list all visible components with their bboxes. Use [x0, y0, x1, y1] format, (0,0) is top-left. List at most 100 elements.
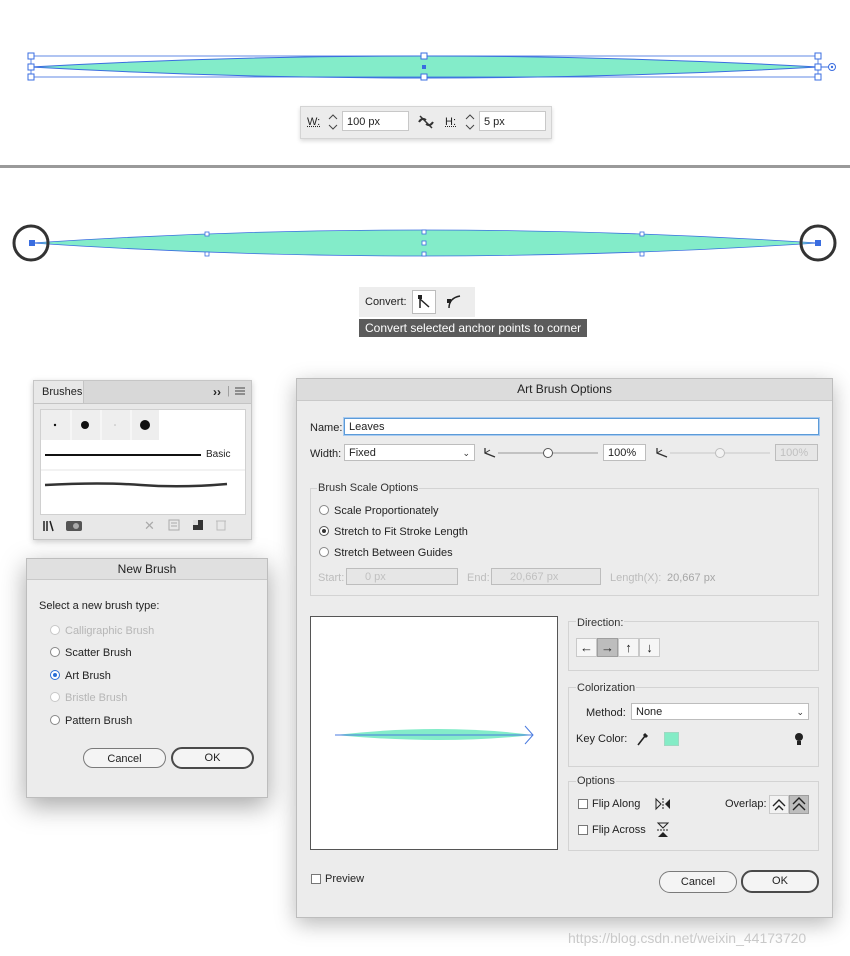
radio-label: Calligraphic Brush	[65, 625, 155, 637]
preview-checkbox[interactable]	[311, 874, 321, 884]
art-brush-title: Art Brush Options	[297, 379, 832, 401]
width-percent-input[interactable]: 100%	[603, 444, 646, 461]
chevron-down-icon: ⌄	[796, 707, 804, 717]
width-select-value: Fixed	[349, 447, 376, 459]
new-brush-ok-button[interactable]: OK	[171, 747, 254, 769]
brush-dot-large	[140, 420, 150, 430]
overlap-label: Overlap:	[725, 798, 767, 810]
new-brush-dialog: New Brush Select a new brush type: Calli…	[26, 558, 268, 798]
overlap-adjust-icon[interactable]	[769, 795, 789, 814]
art-brush-ok-button[interactable]: OK	[741, 870, 819, 893]
eyedropper-icon[interactable]	[635, 731, 649, 747]
key-color-label: Key Color:	[576, 733, 628, 745]
tips-lightbulb-icon[interactable]	[794, 731, 804, 747]
art-brush-options-dialog: Art Brush Options Name: Leaves Width: Fi…	[296, 378, 833, 918]
end-input: 20,667 px	[491, 568, 601, 585]
brushes-panel-tabbar: Brushes ›› |	[34, 381, 251, 404]
new-brush-title: New Brush	[27, 559, 267, 580]
brush-dot-medium	[81, 421, 89, 429]
options-group	[568, 781, 819, 851]
convert-to-corner-icon[interactable]	[412, 290, 436, 314]
radio-label: Art Brush	[65, 670, 111, 682]
width-min-icon	[483, 445, 497, 459]
direction-down-icon[interactable]: ↓	[639, 638, 660, 657]
width-stepper[interactable]	[325, 111, 341, 133]
preview-label: Preview	[325, 873, 365, 885]
key-color-swatch[interactable]	[664, 732, 679, 746]
convert-tooltip: Convert selected anchor points to corner	[359, 319, 587, 337]
basic-brush-label: Basic	[206, 449, 231, 460]
start-label: Start:	[318, 572, 345, 584]
radio-button[interactable]	[50, 647, 60, 657]
flip-along-icon	[655, 797, 671, 811]
selected-leaf-shape[interactable]	[0, 40, 850, 95]
direction-up-icon[interactable]: ↑	[618, 638, 639, 657]
radio-button[interactable]	[319, 505, 329, 515]
brush-list: Basic	[40, 409, 246, 515]
radio-label: Scale Proportionately	[334, 505, 439, 517]
width-slider-disabled	[670, 446, 770, 460]
brushes-panel-footer: ✕	[34, 515, 251, 539]
width-input[interactable]: 100 px	[342, 111, 409, 131]
section-divider	[0, 165, 850, 168]
brush-dot-faint	[114, 424, 116, 426]
tab-brushes[interactable]: Brushes	[34, 381, 84, 403]
direction-left-icon[interactable]: ←	[576, 638, 597, 657]
brush-preview-canvas	[310, 616, 558, 850]
width-max-icon	[655, 445, 669, 459]
radio-label: Stretch Between Guides	[334, 547, 453, 559]
radio-button[interactable]	[319, 547, 329, 557]
library-panel-icon[interactable]	[65, 519, 83, 533]
height-stepper[interactable]	[462, 111, 478, 133]
direction-right-icon[interactable]: →	[597, 638, 618, 657]
delete-brush-icon[interactable]	[215, 518, 227, 531]
width-slider[interactable]	[498, 446, 598, 460]
flip-across-icon	[656, 822, 670, 838]
flip-along-checkbox[interactable]	[578, 799, 588, 809]
radio-label: Bristle Brush	[65, 692, 128, 704]
name-input[interactable]: Leaves	[344, 418, 819, 435]
radio-button-selected[interactable]	[50, 670, 60, 680]
radio-button	[50, 625, 60, 635]
brush-dot-small	[53, 423, 57, 427]
brush-libraries-icon[interactable]	[42, 519, 58, 533]
link-broken-icon[interactable]	[417, 114, 435, 130]
width-percent-input-disabled: 100%	[775, 444, 818, 461]
leaf-shape-anchor-points[interactable]	[0, 220, 850, 270]
chevron-down-icon: ⌄	[462, 448, 470, 458]
length-value: 20,667 px	[667, 572, 716, 584]
watermark-text: https://blog.csdn.net/weixin_44173720	[568, 930, 807, 946]
radio-dot	[322, 529, 326, 533]
method-select[interactable]: None ⌄	[631, 703, 809, 720]
height-input[interactable]: 5 px	[479, 111, 546, 131]
radio-label: Pattern Brush	[65, 715, 133, 727]
convert-label: Convert:	[365, 296, 407, 308]
convert-to-smooth-icon[interactable]	[443, 290, 467, 314]
art-brush-cancel-button[interactable]: Cancel	[659, 871, 737, 893]
radio-button[interactable]	[50, 715, 60, 725]
length-label: Length(X):	[610, 572, 662, 584]
radio-label: Stretch to Fit Stroke Length	[334, 526, 468, 538]
panel-menu-icon[interactable]	[234, 384, 246, 398]
options-icon[interactable]	[168, 519, 180, 531]
options-label: Options	[576, 775, 616, 787]
flip-across-checkbox[interactable]	[578, 825, 588, 835]
height-label: H:	[445, 116, 456, 128]
panel-collapse-icon[interactable]: ››	[213, 385, 221, 399]
end-label: End:	[467, 572, 490, 584]
new-brush-icon[interactable]	[192, 519, 204, 531]
convert-control-bar: Convert:	[359, 287, 475, 317]
direction-label: Direction:	[576, 617, 625, 629]
new-brush-prompt: Select a new brush type:	[39, 600, 160, 612]
flip-across-label: Flip Across	[592, 824, 646, 836]
brushes-panel: Brushes ›› | Basic ✕	[33, 380, 252, 540]
overlap-no-adjust-icon[interactable]	[789, 795, 809, 814]
width-label: W:	[307, 116, 321, 128]
remove-stroke-icon[interactable]: ✕	[144, 518, 155, 534]
width-select[interactable]: Fixed ⌄	[344, 444, 475, 461]
method-select-value: None	[636, 706, 663, 718]
brush-scale-options-label: Brush Scale Options	[317, 482, 420, 494]
width-label: Width:	[310, 448, 342, 460]
name-label: Name:	[310, 422, 343, 434]
new-brush-cancel-button[interactable]: Cancel	[83, 748, 166, 768]
